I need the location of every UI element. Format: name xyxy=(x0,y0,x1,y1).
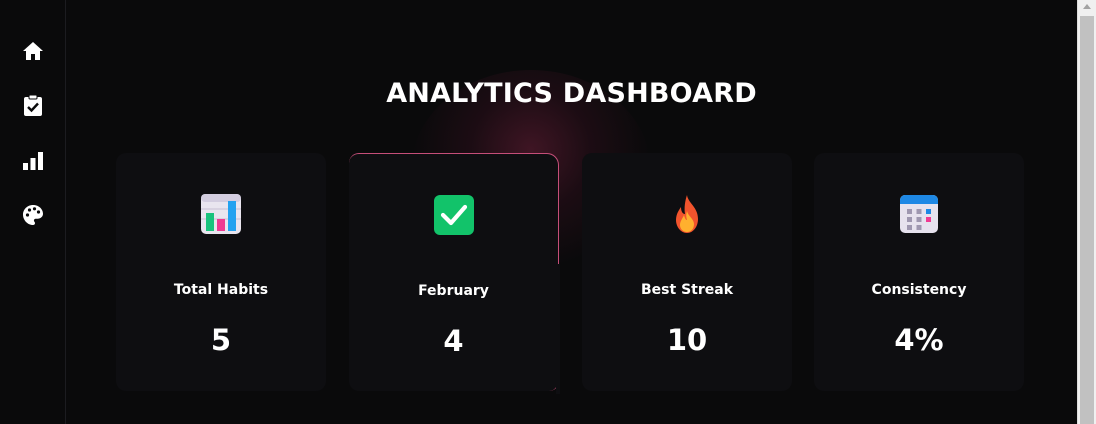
stat-value: 10 xyxy=(666,323,708,357)
stat-card-best-streak: Best Streak 10 xyxy=(582,153,792,391)
stat-value: 5 xyxy=(210,323,232,357)
stat-card-february: February 4 xyxy=(349,153,560,394)
sidebar-item-habits[interactable] xyxy=(21,93,45,117)
stat-card-total-habits: Total Habits 5 xyxy=(116,153,326,391)
sidebar-item-analytics[interactable] xyxy=(21,149,45,173)
stat-value: 4% xyxy=(894,323,944,357)
app-window: ANALYTICS DASHBOARD Total Habits 5 Febru… xyxy=(0,0,1096,424)
stat-label: Best Streak xyxy=(641,282,733,298)
stat-card-consistency: Consistency 4% xyxy=(814,153,1024,391)
stat-label: February xyxy=(418,283,489,299)
stat-label: Total Habits xyxy=(173,282,269,298)
bar-chart-emoji-icon xyxy=(201,194,241,234)
calendar-emoji-icon xyxy=(900,195,938,233)
stat-label: Consistency xyxy=(871,282,967,298)
fire-emoji-icon xyxy=(676,195,698,233)
main-content: ANALYTICS DASHBOARD Total Habits 5 Febru… xyxy=(66,0,1077,424)
page-title: ANALYTICS DASHBOARD xyxy=(386,78,757,109)
sidebar-item-home[interactable] xyxy=(21,39,45,63)
clipboard-check-icon xyxy=(24,94,42,116)
vertical-scrollbar[interactable] xyxy=(1077,0,1096,424)
stat-value: 4 xyxy=(443,324,464,358)
check-mark-emoji-icon xyxy=(433,195,474,235)
sidebar xyxy=(0,0,66,424)
palette-icon xyxy=(23,205,43,225)
scrollbar-thumb[interactable] xyxy=(1080,16,1094,424)
scroll-up-arrow-icon[interactable] xyxy=(1083,4,1091,9)
sidebar-item-theme[interactable] xyxy=(21,203,45,227)
home-icon xyxy=(23,42,43,60)
bar-chart-icon xyxy=(23,152,43,170)
